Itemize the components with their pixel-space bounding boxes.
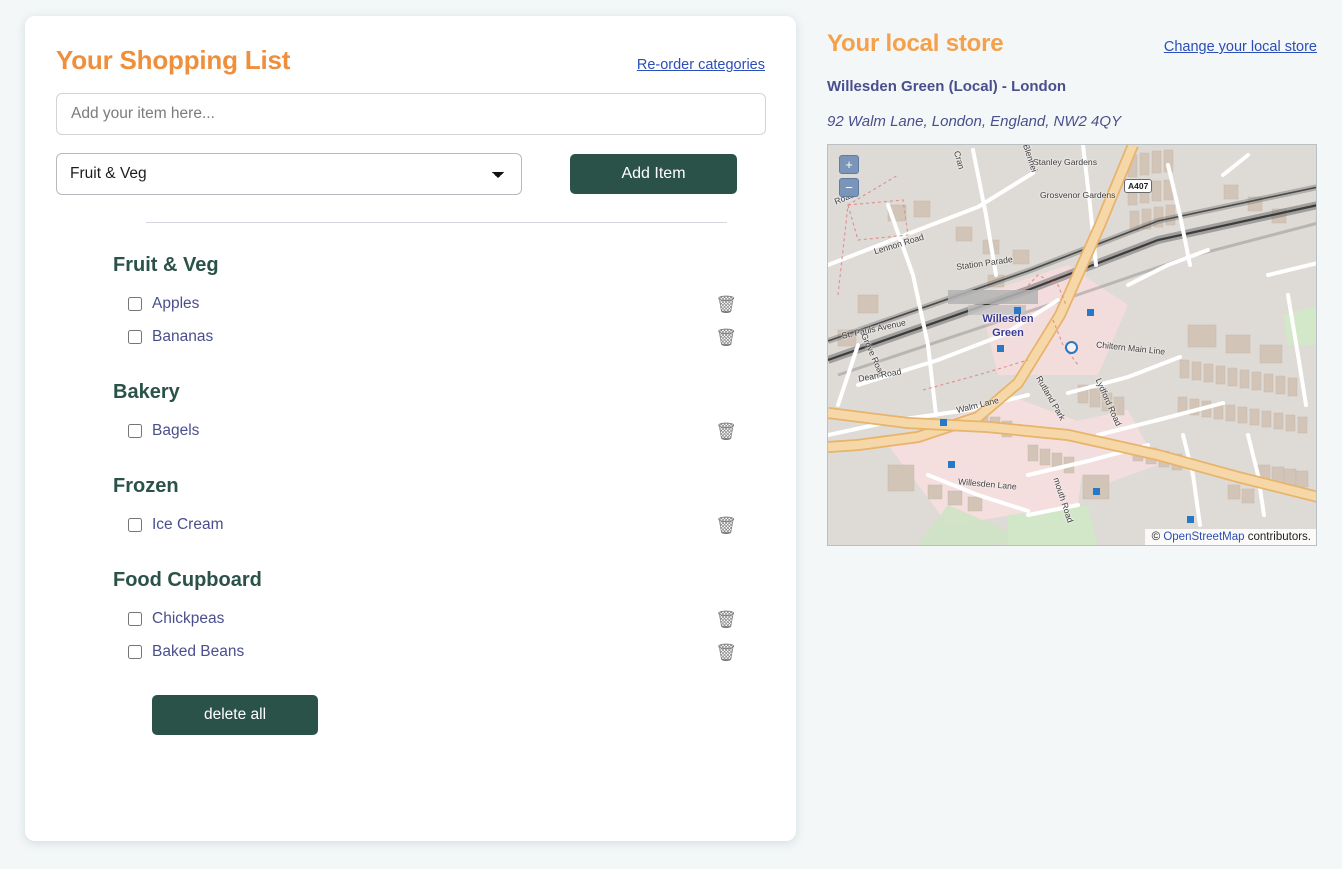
category-block-fruit-veg: Fruit & Veg Apples 🗑 Bananas 🗑: [56, 245, 765, 354]
store-map[interactable]: + − A407 Willesden Green Stanley Gardens…: [827, 144, 1317, 546]
road-shield-a407: A407: [1124, 179, 1153, 193]
category-select[interactable]: Fruit & Veg: [56, 152, 522, 195]
delete-all-button[interactable]: delete all: [152, 694, 318, 735]
delete-all-row: delete all: [56, 671, 765, 735]
item-checkbox[interactable]: [128, 645, 142, 660]
category-heading: Fruit & Veg: [113, 253, 219, 276]
category-items: Apples 🗑 Bananas 🗑: [56, 288, 765, 354]
item-label: Baked Beans: [152, 642, 245, 660]
zoom-in-button[interactable]: +: [839, 155, 859, 174]
delete-item-icon[interactable]: 🗑: [715, 420, 737, 442]
category-heading: Bakery: [113, 380, 180, 403]
list-item: Bananas 🗑: [56, 321, 765, 354]
item-label: Chickpeas: [152, 609, 225, 627]
add-item-input[interactable]: [56, 92, 766, 135]
delete-item-icon[interactable]: 🗑: [715, 514, 737, 536]
item-checkbox[interactable]: [128, 297, 142, 312]
form-divider: [146, 221, 727, 223]
list-item: Apples 🗑: [56, 288, 765, 321]
item-label: Apples: [152, 294, 200, 312]
add-item-button[interactable]: Add Item: [570, 153, 737, 194]
map-attribution: © OpenStreetMap contributors.: [1144, 529, 1316, 545]
delete-item-icon[interactable]: 🗑: [715, 326, 737, 348]
item-checkbox[interactable]: [128, 612, 142, 627]
shopping-list-header: Your Shopping List Re-order categories: [25, 16, 796, 75]
map-zoom-controls: + −: [839, 155, 859, 197]
page-root: Your Shopping List Re-order categories F…: [0, 0, 1342, 869]
category-items: Bagels 🗑: [56, 415, 765, 448]
local-store-header: Your local store Change your local store: [827, 30, 1317, 58]
category-heading: Food Cupboard: [113, 568, 262, 591]
zoom-out-button[interactable]: −: [839, 178, 859, 197]
local-store-panel: Your local store Change your local store…: [827, 30, 1317, 546]
category-items: Chickpeas 🗑 Baked Beans 🗑: [56, 603, 765, 669]
map-marker[interactable]: [1087, 309, 1094, 316]
map-marker[interactable]: [948, 461, 955, 468]
category-items: Ice Cream 🗑: [56, 509, 765, 542]
map-marker[interactable]: [1014, 307, 1021, 314]
map-marker[interactable]: [940, 419, 947, 426]
openstreetmap-link[interactable]: OpenStreetMap: [1163, 531, 1244, 543]
delete-item-icon[interactable]: 🗑: [715, 608, 737, 630]
attribution-suffix: contributors.: [1247, 531, 1311, 543]
map-marker[interactable]: [1187, 516, 1194, 523]
local-store-title: Your local store: [827, 30, 1004, 57]
local-store-address: 92 Walm Lane, London, England, NW2 4QY: [827, 113, 1122, 130]
store-location-marker[interactable]: [1065, 341, 1078, 354]
delete-item-icon[interactable]: 🗑: [715, 293, 737, 315]
reorder-categories-link[interactable]: Re-order categories: [637, 57, 765, 73]
category-list: Fruit & Veg Apples 🗑 Bananas 🗑 Bakery Ba…: [25, 245, 796, 735]
category-and-add-row: Fruit & Veg Add Item: [56, 152, 765, 195]
page-title: Your Shopping List: [56, 45, 291, 75]
category-heading: Frozen: [113, 474, 179, 497]
add-item-form: Fruit & Veg Add Item: [25, 92, 796, 223]
category-block-frozen: Frozen Ice Cream 🗑: [56, 466, 765, 542]
shopping-list-card: Your Shopping List Re-order categories F…: [25, 16, 796, 841]
list-item: Baked Beans 🗑: [56, 636, 765, 669]
item-label: Ice Cream: [152, 515, 224, 533]
category-block-food-cupboard: Food Cupboard Chickpeas 🗑 Baked Beans 🗑: [56, 560, 765, 669]
list-item: Bagels 🗑: [56, 415, 765, 448]
item-checkbox[interactable]: [128, 424, 142, 439]
category-block-bakery: Bakery Bagels 🗑: [56, 372, 765, 448]
change-local-store-link[interactable]: Change your local store: [1164, 39, 1317, 55]
list-item: Ice Cream 🗑: [56, 509, 765, 542]
list-item: Chickpeas 🗑: [56, 603, 765, 636]
item-label: Bagels: [152, 421, 200, 439]
local-store-name: Willesden Green (Local) - London: [827, 78, 1067, 95]
map-marker[interactable]: [1093, 488, 1100, 495]
item-checkbox[interactable]: [128, 330, 142, 345]
item-label: Bananas: [152, 327, 214, 345]
map-marker[interactable]: [997, 345, 1004, 352]
attribution-copyright: ©: [1151, 531, 1161, 543]
item-checkbox[interactable]: [128, 518, 142, 533]
delete-item-icon[interactable]: 🗑: [715, 641, 737, 663]
